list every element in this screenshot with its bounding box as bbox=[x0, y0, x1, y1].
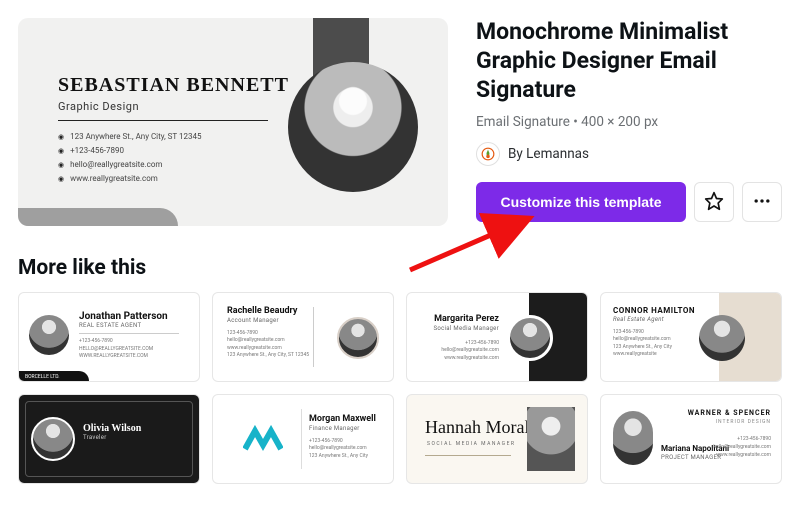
template-card[interactable]: Rachelle Beaudry Account Manager 123-456… bbox=[212, 292, 394, 382]
template-subtitle: Email Signature • 400 × 200 px bbox=[476, 114, 782, 130]
card-name: Olivia Wilson bbox=[83, 423, 141, 434]
preview-person-role: Graphic Design bbox=[58, 100, 139, 113]
card-brand-role: INTERIOR DESIGN bbox=[716, 419, 771, 425]
preview-footer-strip bbox=[18, 208, 178, 226]
card-role: Finance Manager bbox=[309, 425, 376, 432]
card-role: Social Media Manager bbox=[421, 325, 499, 332]
card-line: +123-456-7890 bbox=[421, 340, 499, 348]
template-card[interactable]: Olivia Wilson Traveler bbox=[18, 394, 200, 484]
template-card[interactable]: Hannah Morales SOCIAL MEDIA MANAGER bbox=[406, 394, 588, 484]
card-line: www.reallygreatsite bbox=[613, 351, 695, 359]
preview-contact-lines: 123 Anywhere St., Any City, ST 12345 +12… bbox=[58, 130, 202, 186]
card-line: 123-456-7890 bbox=[613, 329, 695, 337]
card-divider bbox=[313, 307, 314, 367]
card-divider bbox=[301, 409, 302, 469]
card-footer-label: BORCELLE LTD. bbox=[25, 374, 60, 380]
card-name: Jonathan Patterson bbox=[79, 311, 179, 322]
card-line: www.reallygreatsite.com bbox=[227, 345, 309, 353]
card-avatar bbox=[29, 315, 69, 355]
more-options-button[interactable] bbox=[742, 182, 782, 222]
preview-email: hello@reallygreatsite.com bbox=[58, 158, 202, 172]
card-line: 123 Anywhere St., Any City, ST 12345 bbox=[227, 352, 309, 360]
preview-web: www.reallygreatsite.com bbox=[58, 172, 202, 186]
card-name: Morgan Maxwell bbox=[309, 415, 376, 425]
card-name: CONNOR HAMILTON bbox=[613, 307, 695, 316]
card-line: www.reallygreatsite.com bbox=[421, 355, 499, 363]
star-icon bbox=[704, 191, 724, 214]
card-divider bbox=[425, 455, 511, 456]
card-role: Traveler bbox=[83, 434, 141, 441]
byline-text: By Lemannas bbox=[508, 146, 589, 162]
card-name: Rachelle Beaudry bbox=[227, 307, 309, 317]
favorite-button[interactable] bbox=[694, 182, 734, 222]
template-card[interactable]: Margarita Perez Social Media Manager +12… bbox=[406, 292, 588, 382]
card-photo bbox=[527, 407, 575, 471]
card-lines: +123-456-7890 hello@reallygreatsite.com … bbox=[713, 435, 771, 459]
template-card[interactable]: CONNOR HAMILTON Real Estate Agent 123-45… bbox=[600, 292, 782, 382]
card-line: +123-456-7890 bbox=[79, 338, 179, 346]
preview-divider bbox=[58, 120, 268, 121]
template-title: Monochrome Minimalist Graphic Designer E… bbox=[476, 18, 782, 104]
card-line: hello@reallygreatsite.com bbox=[613, 336, 695, 344]
card-line: 123 Anywhere St., Any City bbox=[309, 453, 376, 461]
author-avatar-icon bbox=[476, 142, 500, 166]
card-line: +123-456-7890 bbox=[309, 438, 376, 446]
preview-phone: +123-456-7890 bbox=[58, 144, 202, 158]
preview-address: 123 Anywhere St., Any City, ST 12345 bbox=[58, 130, 202, 144]
card-line: 123 Anywhere St., Any City bbox=[613, 344, 695, 352]
card-line: +123-456-7890 bbox=[713, 435, 771, 443]
card-role: SOCIAL MEDIA MANAGER bbox=[427, 441, 516, 447]
card-avatar bbox=[31, 417, 75, 461]
card-line: hello@reallygreatsite.com bbox=[421, 347, 499, 355]
card-role: Account Manager bbox=[227, 317, 309, 324]
template-meta: Monochrome Minimalist Graphic Designer E… bbox=[476, 18, 782, 226]
card-avatar bbox=[613, 411, 653, 465]
template-preview[interactable]: SEBASTIAN BENNETT Graphic Design 123 Any… bbox=[18, 18, 448, 226]
preview-person-name: SEBASTIAN BENNETT bbox=[58, 74, 289, 97]
card-logo-icon bbox=[243, 425, 283, 457]
card-line: hello@reallygreatsite.com bbox=[713, 443, 771, 451]
template-card[interactable]: Mariana Napolitani PROJECT MANAGER WARNE… bbox=[600, 394, 782, 484]
template-byline[interactable]: By Lemannas bbox=[476, 142, 782, 166]
template-card[interactable]: Jonathan Patterson REAL ESTATE AGENT +12… bbox=[18, 292, 200, 382]
card-line: WWW.REALLYGREATSITE.COM bbox=[79, 353, 179, 361]
template-card[interactable]: Morgan Maxwell Finance Manager +123-456-… bbox=[212, 394, 394, 484]
more-like-this-heading: More like this bbox=[18, 256, 782, 280]
card-avatar bbox=[699, 315, 745, 361]
card-line: www.reallygreatsite.com bbox=[713, 451, 771, 459]
card-role: REAL ESTATE AGENT bbox=[79, 322, 179, 329]
card-role: Real Estate Agent bbox=[613, 316, 695, 323]
card-line: 123-456-7890 bbox=[227, 330, 309, 338]
template-grid: Jonathan Patterson REAL ESTATE AGENT +12… bbox=[18, 292, 782, 484]
card-line: HELLO@REALLYGREATSITE.COM bbox=[79, 346, 179, 354]
card-line: hello@reallygreatsite.com bbox=[309, 445, 376, 453]
card-avatar bbox=[337, 317, 379, 359]
card-avatar bbox=[507, 315, 553, 361]
customize-template-button[interactable]: Customize this template bbox=[476, 182, 686, 222]
preview-photo bbox=[288, 62, 418, 192]
card-name: Margarita Perez bbox=[421, 315, 499, 325]
ellipsis-icon bbox=[752, 191, 772, 214]
card-brand: WARNER & SPENCER bbox=[688, 409, 771, 417]
card-line: hello@reallygreatsite.com bbox=[227, 337, 309, 345]
